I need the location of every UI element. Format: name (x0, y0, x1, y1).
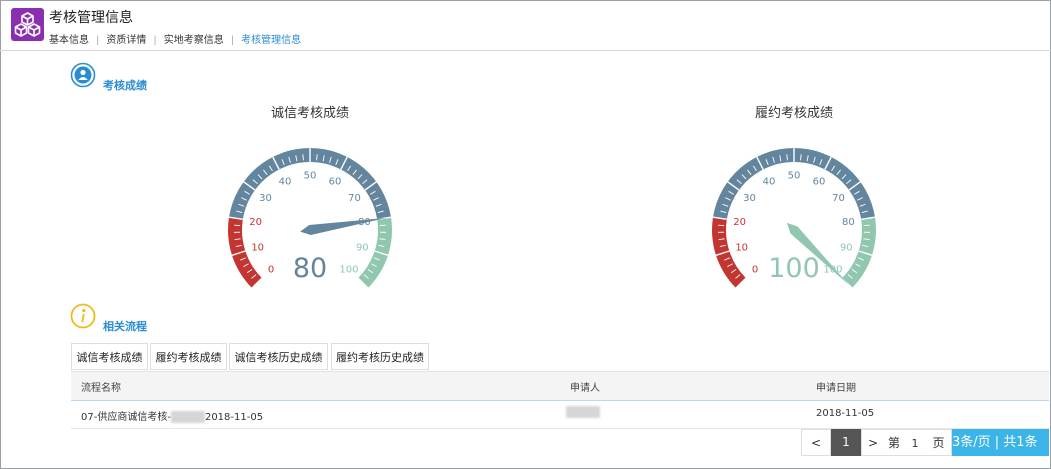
table-header: 流程名称 申请人 申请日期 (71, 371, 1049, 401)
tab-separator: | (153, 35, 157, 46)
gauge-tick (786, 154, 788, 161)
gauge-needle (300, 217, 388, 235)
cubes-icon (11, 8, 44, 41)
tab-performance-history[interactable]: 履约考核历史成绩 (331, 343, 429, 370)
applicant-cell (566, 406, 600, 418)
gauge-tick-label: 40 (763, 176, 776, 187)
gauge-tick-label: 50 (304, 171, 317, 182)
gauge-tick-label: 80 (842, 217, 855, 228)
gauge-tick-label: 100 (339, 264, 358, 275)
goto-suffix: 页 (926, 429, 952, 456)
flow-name-cell[interactable]: 07-供应商诚信考核- 2018-11-05 (81, 408, 263, 423)
gauge-tick (800, 154, 802, 161)
tab-separator: | (96, 35, 100, 46)
redacted-applicant (566, 406, 600, 418)
integrity-gauge-title: 诚信考核成绩 (270, 106, 349, 121)
tab-site-inspection[interactable]: 实地考察信息 (164, 31, 224, 46)
page-summary: 3条/页 | 共1条 (952, 429, 1049, 456)
redacted-name (170, 411, 205, 423)
performance-gauge-title: 履约考核成绩 (754, 106, 833, 121)
tab-separator: | (230, 35, 235, 46)
apply-date-cell: 2018-11-05 (816, 408, 875, 419)
gauge-tick-label: 60 (329, 176, 342, 187)
gauge-tick-label: 70 (832, 193, 845, 204)
tab-qualification[interactable]: 资质详情 (106, 31, 146, 46)
prev-page-button[interactable]: < (801, 429, 831, 456)
table-row[interactable]: 07-供应商诚信考核- 2018-11-05 2018-11-05 (71, 400, 1049, 429)
gauge-value: 100 (768, 253, 820, 284)
tab-performance-score[interactable]: 履约考核成绩 (150, 343, 227, 370)
gauge-tick-label: 10 (251, 242, 264, 253)
flow-name-prefix: 07-供应商诚信考核- (81, 412, 171, 423)
user-icon (70, 62, 96, 92)
gauge-tick-label: 0 (268, 264, 274, 275)
goto-page-input[interactable]: 1 (904, 429, 926, 456)
info-icon (70, 303, 96, 333)
flow-name-date: 2018-11-05 (204, 412, 264, 423)
gauge-tick-label: 30 (743, 193, 756, 204)
gauge-tick-label: 50 (788, 171, 801, 182)
column-applicant: 申请人 (570, 383, 600, 394)
page-header: 考核管理信息 基本信息 | 资质详情 | 实地考察信息 | 考核管理信息 (0, 0, 1051, 51)
gauge-tick-label: 20 (733, 217, 746, 228)
gauge-tick-label: 90 (840, 242, 853, 253)
gauge-tick (302, 154, 304, 161)
gauge-tick-label: 60 (813, 176, 826, 187)
tab-integrity-history[interactable]: 诚信考核历史成绩 (229, 343, 328, 370)
integrity-score-gauge: 010203040506070809010080 (228, 147, 392, 289)
tab-integrity-score[interactable]: 诚信考核成绩 (71, 343, 148, 370)
score-section-title: 考核成绩 (103, 79, 147, 92)
column-apply-date: 申请日期 (816, 383, 856, 394)
tab-basic-info[interactable]: 基本信息 (49, 31, 89, 46)
gauge-tick-label: 70 (348, 193, 361, 204)
gauge-tick-label: 0 (752, 264, 758, 275)
goto-prefix: 第 (884, 429, 904, 456)
performance-score-gauge: 0102030405060708090100100 (712, 147, 876, 289)
gauge-tick-label: 30 (259, 193, 272, 204)
gauge-tick-label: 40 (279, 176, 292, 187)
tab-assessment[interactable]: 考核管理信息 (241, 31, 301, 46)
next-page-button[interactable]: > (861, 429, 885, 456)
gauge-tick (316, 154, 318, 161)
page-title: 考核管理信息 (49, 10, 133, 26)
gauge-value: 80 (293, 253, 327, 284)
gauge-tick-label: 90 (356, 242, 369, 253)
page-1-button[interactable]: 1 (831, 429, 861, 456)
flow-section-title: 相关流程 (103, 320, 147, 333)
gauge-tick-label: 20 (249, 217, 262, 228)
gauge-tick-label: 10 (735, 242, 748, 253)
column-flow-name: 流程名称 (81, 383, 121, 394)
header-tabs: 基本信息 | 资质详情 | 实地考察信息 | 考核管理信息 (49, 31, 301, 46)
